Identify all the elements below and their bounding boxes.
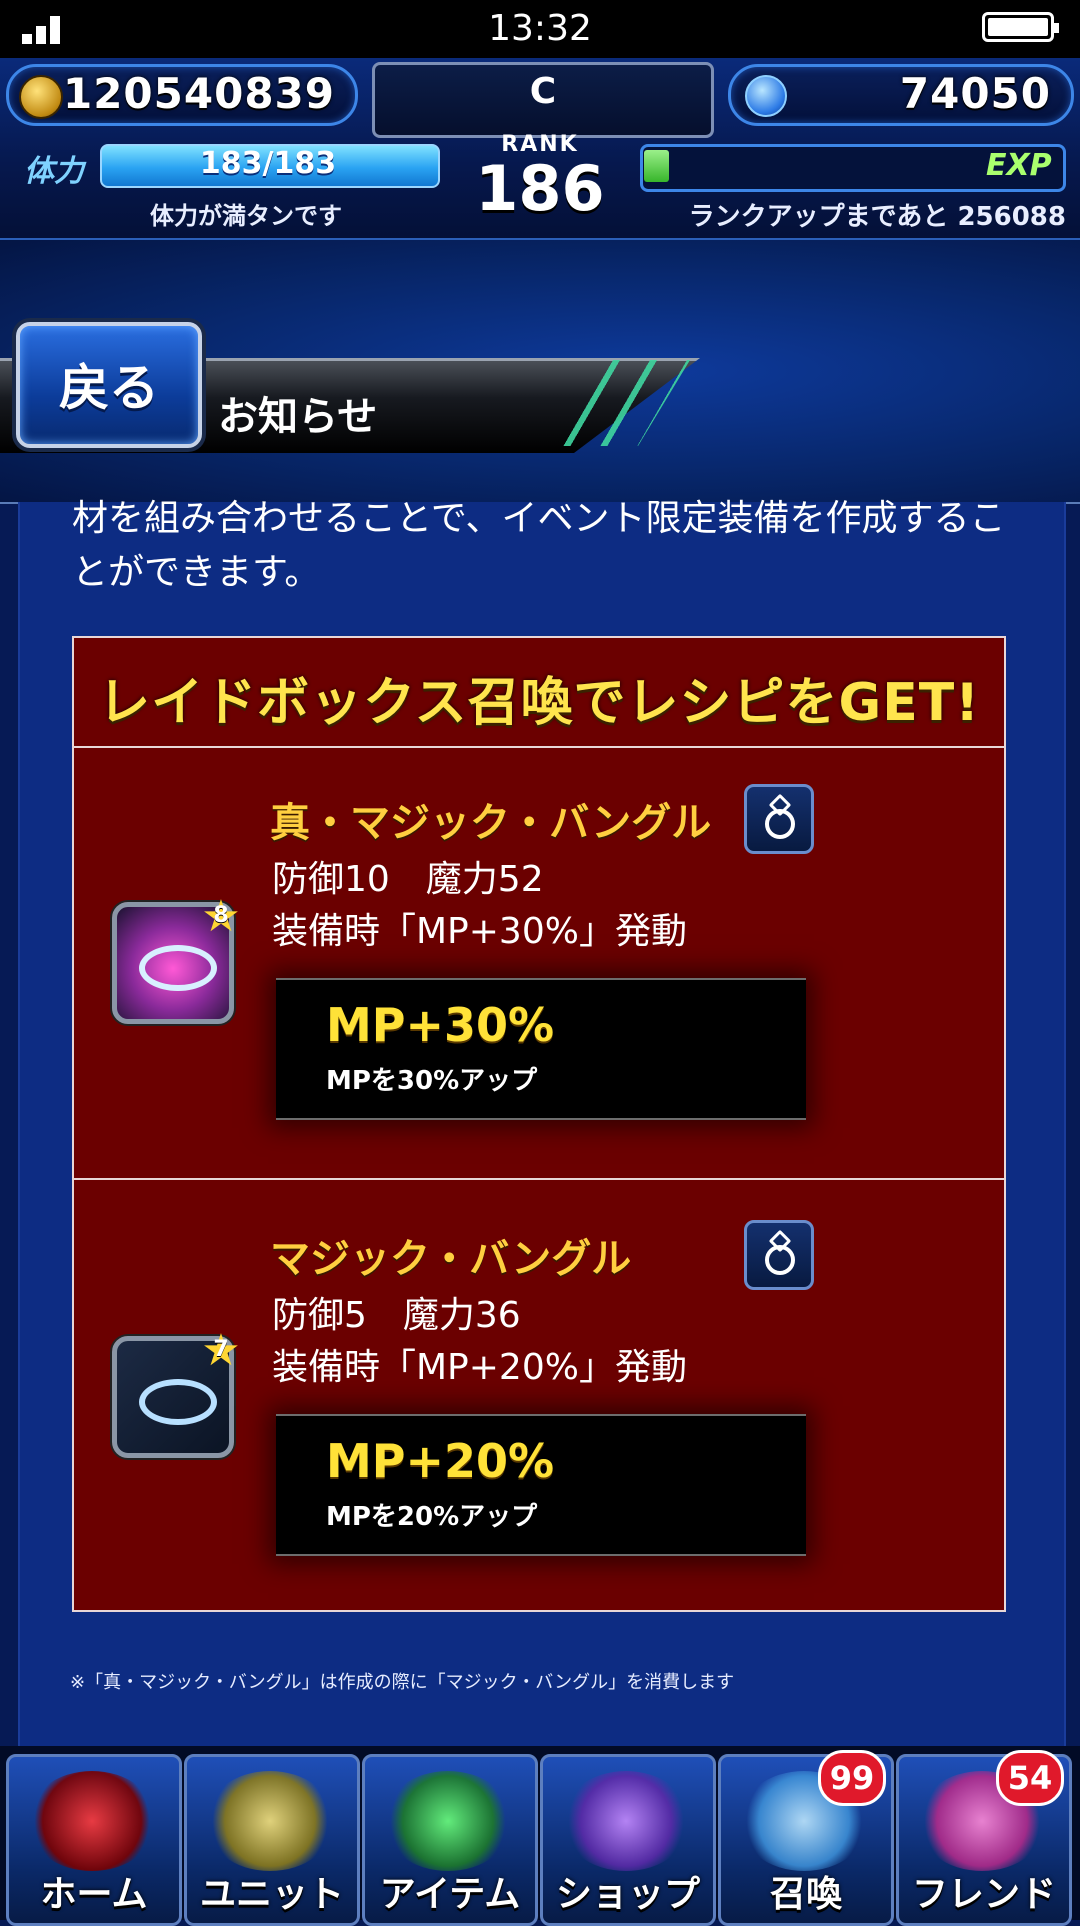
- nav-unit[interactable]: ユニット: [184, 1754, 360, 1926]
- stamina-note: 体力が満タンです: [150, 202, 342, 230]
- nav-home[interactable]: ホーム: [6, 1754, 182, 1926]
- accessory-type-icon: [744, 784, 814, 854]
- gem-amount: 74050: [899, 69, 1051, 118]
- page-title: お知らせ: [218, 394, 378, 440]
- friend-badge: 54: [996, 1750, 1064, 1806]
- nav-label: ユニット: [199, 1874, 344, 1915]
- blue-bangle-icon: ★ 7: [112, 1329, 241, 1458]
- gil-coin-icon: [19, 75, 63, 119]
- equipment-effect: 装備時「MP+30%」発動: [272, 911, 687, 952]
- ability-name: MP+30%: [326, 998, 555, 1052]
- crossed-swords-icon: [27, 1771, 157, 1871]
- equipment-name: 真・マジック・バングル: [270, 800, 712, 846]
- nav-label: アイテム: [379, 1874, 521, 1915]
- accessory-type-icon: [744, 1220, 814, 1290]
- recipe-heading-row: レイドボックス召喚でレシピをGET!: [74, 638, 1004, 748]
- back-button[interactable]: 戻る: [16, 322, 202, 448]
- shop-chest-icon: [561, 1771, 691, 1871]
- recipe-box: レイドボックス召喚でレシピをGET! ★ 8 真・マジック・バングル 防御10 …: [72, 636, 1006, 1612]
- potion-icon: [383, 1771, 513, 1871]
- ability-name: MP+20%: [326, 1434, 555, 1488]
- stamina-value: 183/183: [199, 146, 337, 181]
- ring-graphic: [139, 945, 217, 991]
- equipment-row: ★ 8 真・マジック・バングル 防御10 魔力52 装備時「MP+30%」発動 …: [74, 746, 1004, 1178]
- battery-icon: [982, 12, 1059, 42]
- ability-box: MP+30% MPを30%アップ: [276, 978, 806, 1120]
- equipment-stats: 防御10 魔力52: [272, 859, 544, 900]
- stamina-label: 体力: [24, 154, 84, 189]
- gem-counter: 74050: [728, 64, 1074, 126]
- intro-text: 材を組み合わせることで、イベント限定装備を作成することができます。: [72, 498, 1006, 593]
- nav-shop[interactable]: ショップ: [540, 1754, 716, 1926]
- nav-label: 召喚: [769, 1874, 842, 1915]
- back-button-label: 戻る: [59, 359, 159, 417]
- ring-graphic: [139, 1379, 217, 1425]
- gil-counter: 120540839: [6, 64, 358, 126]
- hero-unit-icon: [205, 1771, 335, 1871]
- rarity-number: 8: [213, 903, 229, 928]
- rank-letter: C: [529, 71, 557, 112]
- lapis-gem-icon: [745, 75, 787, 117]
- bottom-nav: ホーム ユニット アイテム ショップ 召喚 フレンド 99 54: [0, 1746, 1080, 1926]
- equipment-effect: 装備時「MP+20%」発動: [272, 1347, 687, 1388]
- equipment-name: マジック・バングル: [270, 1236, 632, 1282]
- equipment-stats: 防御5 魔力36: [272, 1295, 521, 1336]
- nav-label: ショップ: [555, 1874, 700, 1915]
- recipe-heading: レイドボックス召喚でレシピをGET!: [98, 673, 980, 733]
- rank-box: C: [372, 62, 714, 138]
- ability-description: MPを20%アップ: [326, 1502, 538, 1532]
- ability-description: MPを30%アップ: [326, 1066, 538, 1096]
- gil-amount: 120540839: [62, 69, 335, 118]
- exp-label: EXP: [986, 148, 1052, 183]
- summon-badge: 99: [818, 1750, 886, 1806]
- rarity-number: 7: [213, 1337, 229, 1362]
- header-hud: 120540839 C 74050 RANK 186 体力 183/183 体力…: [0, 58, 1080, 241]
- rank-value: 186: [475, 152, 605, 225]
- exp-fill: [644, 150, 669, 182]
- equipment-row: ★ 7 マジック・バングル 防御5 魔力36 装備時「MP+20%」発動 MP+…: [74, 1178, 1004, 1612]
- status-bar: 13:32: [0, 0, 1080, 58]
- footnote: ※「真・マジック・バングル」は作成の際に「マジック・バングル」を消費します: [70, 1672, 735, 1693]
- exp-note: ランクアップまであと 256088: [688, 202, 1066, 232]
- magenta-bangle-icon: ★ 8: [112, 895, 241, 1024]
- nav-item[interactable]: アイテム: [362, 1754, 538, 1926]
- status-time: 13:32: [488, 8, 592, 49]
- nav-label: ホーム: [40, 1874, 148, 1915]
- nav-label: フレンド: [911, 1874, 1056, 1915]
- ability-box: MP+20% MPを20%アップ: [276, 1414, 806, 1556]
